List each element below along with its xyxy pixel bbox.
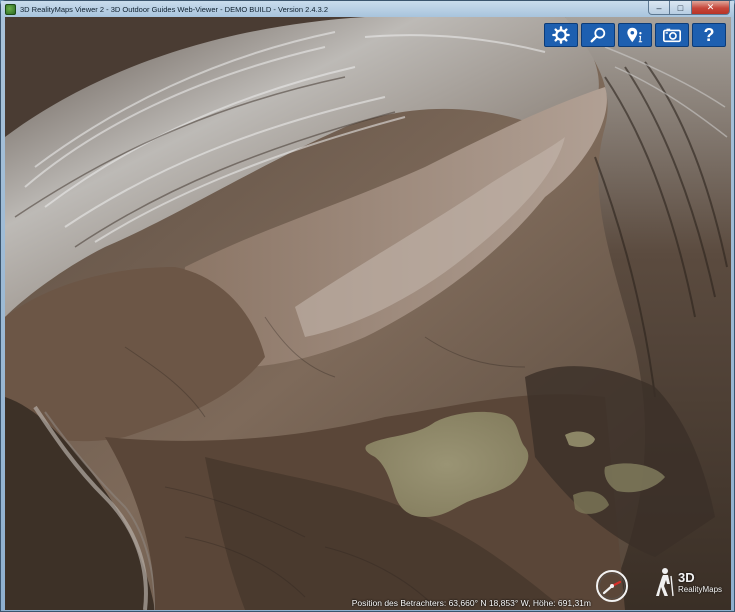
map-viewport[interactable]: ? 3D RealityMaps Position des Betrachter	[5, 17, 731, 610]
hiker-logo-icon	[656, 568, 674, 597]
close-button[interactable]: ✕	[692, 1, 730, 15]
window-title: 3D RealityMaps Viewer 2 - 3D Outdoor Gui…	[20, 4, 329, 14]
logo-brand-text: RealityMaps	[678, 585, 723, 594]
app-window: 3D RealityMaps Viewer 2 - 3D Outdoor Gui…	[0, 0, 735, 612]
realitymaps-logo: 3D RealityMaps	[653, 567, 729, 609]
location-info-icon	[627, 27, 643, 43]
map-toolbar: ?	[544, 23, 726, 47]
app-icon	[5, 3, 16, 15]
camera-icon	[663, 28, 681, 43]
minimize-button[interactable]: –	[648, 1, 670, 15]
location-info-button[interactable]	[618, 23, 652, 47]
settings-button[interactable]	[544, 23, 578, 47]
maximize-button[interactable]: □	[670, 1, 692, 15]
terrain-render[interactable]	[5, 17, 731, 610]
title-bar[interactable]: 3D RealityMaps Viewer 2 - 3D Outdoor Gui…	[1, 1, 734, 17]
compass-icon[interactable]	[595, 569, 629, 603]
gear-icon	[552, 26, 570, 44]
screenshot-button[interactable]	[655, 23, 689, 47]
logo-3d-text: 3D	[678, 570, 695, 585]
help-button[interactable]: ?	[692, 23, 726, 47]
search-icon	[590, 27, 606, 43]
window-controls: – □ ✕	[648, 1, 730, 16]
help-icon: ?	[703, 25, 715, 45]
search-button[interactable]	[581, 23, 615, 47]
viewer-position-status: Position des Betrachters: 63,660° N 18,8…	[351, 598, 591, 608]
